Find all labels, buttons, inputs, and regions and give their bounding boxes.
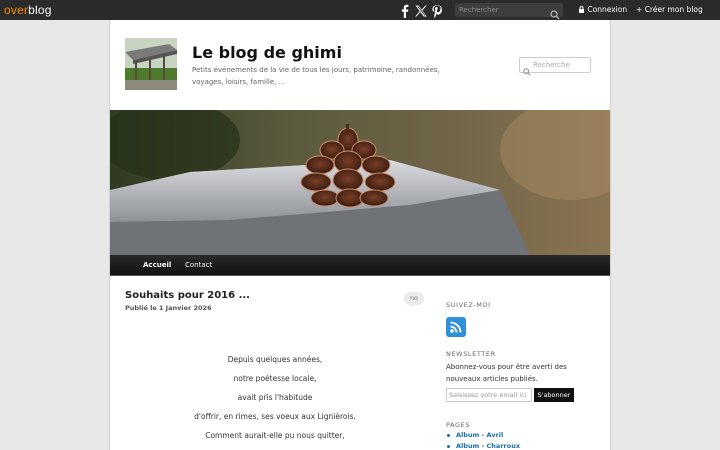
blog-title[interactable]: Le blog de ghimi: [192, 43, 342, 62]
lock-icon: [579, 6, 584, 13]
header-search-box: [519, 57, 591, 76]
pages-list: Album - Avril Album - Charroux: [446, 431, 520, 450]
nav-item-accueil[interactable]: Accueil: [143, 261, 171, 269]
search-icon: [523, 61, 531, 80]
follow-heading: SUIVEZ-MOI: [446, 301, 491, 309]
pages-heading: PAGES: [446, 421, 471, 429]
top-search-box: [455, 3, 563, 20]
newsletter-email-input[interactable]: [446, 388, 532, 402]
main-navigation: Accueil Contact: [110, 255, 610, 275]
comments-badge[interactable]: no: [404, 292, 424, 308]
overblog-logo[interactable]: overblog: [4, 3, 52, 17]
page-link-album-avril[interactable]: Album - Avril: [446, 431, 520, 442]
rss-icon[interactable]: [446, 317, 466, 337]
header-banner-image: [110, 110, 610, 255]
nav-divider: [110, 275, 610, 276]
published-prefix: Publié le: [125, 304, 157, 312]
top-search-input[interactable]: [455, 3, 547, 17]
facebook-icon[interactable]: [398, 3, 412, 18]
create-blog-link[interactable]: + Créer mon blog: [636, 5, 703, 14]
post-line: avait pris l'habitude: [237, 393, 313, 402]
newsletter-heading: NEWSLETTER: [446, 350, 496, 358]
logo-over: over: [4, 3, 29, 17]
pinterest-icon[interactable]: [430, 3, 444, 18]
overblog-topbar: overblog Connexion + Créer mon blog: [0, 0, 720, 20]
published-date: 1 Janvier 2026: [158, 304, 212, 312]
x-icon[interactable]: [414, 3, 428, 17]
blog-avatar-image[interactable]: [125, 38, 177, 90]
newsletter-text: Abonnez-vous pour être averti des nouvea…: [446, 363, 567, 383]
subscribe-button[interactable]: S'abonner: [534, 388, 574, 402]
page-link-album-charroux[interactable]: Album - Charroux: [446, 442, 520, 450]
login-link[interactable]: Connexion: [578, 5, 627, 14]
post-line: Comment aurait-elle pu nous quitter,: [205, 431, 345, 440]
plus-icon: +: [636, 5, 643, 14]
post-title[interactable]: Souhaits pour 2016 ...: [125, 290, 250, 301]
post-meta: Publié le 1 Janvier 2026: [125, 304, 212, 312]
blog-description: Petits événements de la vie de tous les …: [192, 66, 440, 86]
create-blog-label: Créer mon blog: [644, 5, 703, 14]
logo-blog: blog: [28, 3, 52, 17]
nav-item-contact[interactable]: Contact: [185, 261, 212, 269]
login-label: Connexion: [587, 5, 628, 14]
header-search-input[interactable]: [533, 59, 589, 71]
post-line: d'offrir, en rimes, ses voeux aux Ligniè…: [194, 412, 356, 421]
post-line: notre poétesse locale,: [233, 374, 317, 383]
post-line: Depuis quelques années,: [227, 355, 323, 364]
blog-page: Le blog de ghimi Petits événements de la…: [109, 20, 611, 450]
